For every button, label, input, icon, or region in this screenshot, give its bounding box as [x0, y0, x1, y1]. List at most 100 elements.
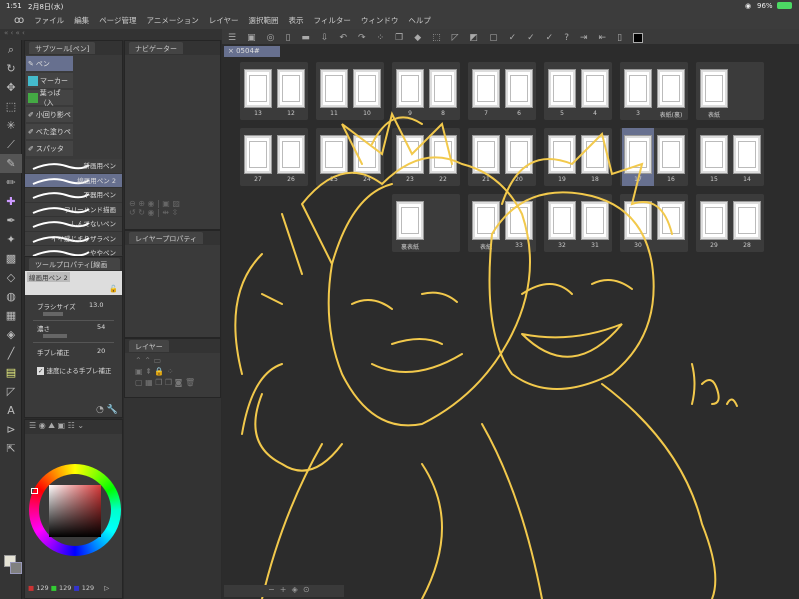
wifi-icon: ◉ — [745, 2, 752, 10]
menu-filter[interactable]: フィルター — [314, 15, 351, 26]
zoom-tool-icon[interactable]: ⌕ — [0, 40, 22, 59]
menu-selection[interactable]: 選択範囲 — [249, 15, 279, 26]
zoom-controls[interactable]: − + ◈ ⊙ — [224, 585, 344, 597]
brush-item[interactable]: 不器用ペン — [25, 188, 122, 203]
pencil-tool-icon[interactable]: ✏ — [0, 173, 22, 192]
hand-tool-icon[interactable]: ↻ — [0, 59, 22, 78]
menu-page[interactable]: ページ管理 — [99, 15, 136, 26]
subtool-group-marker[interactable]: マーカー — [26, 73, 73, 88]
open-icon[interactable]: ▬ — [301, 33, 310, 43]
leaf-icon — [28, 92, 38, 103]
subtool-group-shadow[interactable]: ✐ 小回り影ペ — [26, 107, 73, 122]
reset-icon[interactable]: ◔ — [96, 405, 104, 415]
eyedropper-icon[interactable]: ⟋ — [0, 135, 22, 154]
border-icon[interactable]: ▢ — [489, 33, 498, 43]
object-tool-icon[interactable]: ⇱ — [0, 439, 22, 458]
panel-collapse-bar[interactable]: « ‹ « ‹ — [0, 29, 222, 40]
brush-size-slider[interactable] — [43, 312, 63, 316]
transform-icon[interactable]: ⬚ — [432, 33, 441, 43]
subtool-group-fill[interactable]: ✐ べた塗りペ — [26, 124, 73, 139]
subtool-group-leaf[interactable]: 葉っぱ（入 — [26, 89, 73, 107]
menu-view[interactable]: 表示 — [289, 15, 304, 26]
check3-icon[interactable]: ✓ — [546, 33, 554, 43]
help-icon[interactable]: ? — [564, 33, 569, 43]
menu-window[interactable]: ウィンドウ — [361, 15, 399, 26]
sub-color-swatch[interactable] — [10, 562, 22, 574]
subtool-tab[interactable]: サブツール[ペン] — [29, 42, 96, 54]
menu-animation[interactable]: アニメーション — [147, 15, 199, 26]
gradient-icon[interactable]: ▦ — [0, 306, 22, 325]
brush-item[interactable]: フリーハンド描画 — [25, 202, 122, 217]
date: 2月8日(水) — [28, 3, 64, 11]
color-tabs[interactable]: ☰ ◉ ⛰ ▣ ☷ ⌄ — [25, 420, 122, 434]
speed-stabilization-checkbox[interactable]: ✓ 速度による手ブレ補正 — [25, 365, 122, 375]
subtool-group-spatter[interactable]: ✐ スパッタ — [26, 141, 73, 156]
balloon-tool-icon[interactable]: ⊳ — [0, 420, 22, 439]
import-icon[interactable]: ⇤ — [599, 33, 607, 43]
menu-layer[interactable]: レイヤー — [209, 15, 239, 26]
export-icon[interactable]: ⇥ — [580, 33, 588, 43]
layer-property-tab[interactable]: レイヤープロパティ — [129, 232, 203, 244]
ruler-tool-icon[interactable]: ◸ — [0, 382, 22, 401]
new-icon[interactable]: ▣ — [247, 33, 256, 43]
bucket-icon[interactable]: ◈ — [0, 325, 22, 344]
undo-icon[interactable]: ↶ — [339, 33, 347, 43]
frame-tool-icon[interactable]: ▤ — [0, 363, 22, 382]
hue-handle[interactable] — [31, 488, 38, 494]
decoration-icon[interactable]: ✦ — [0, 230, 22, 249]
copy-icon[interactable]: ❐ — [395, 33, 403, 43]
app-logo-icon[interactable]: ꝏ — [14, 15, 24, 26]
airbrush-icon[interactable]: ✚ — [0, 192, 22, 211]
menu-file[interactable]: ファイル — [34, 15, 64, 26]
line-tool-icon[interactable]: ╱ — [0, 344, 22, 363]
lock-icon[interactable]: 🔓 — [109, 285, 118, 293]
color-swatch[interactable] — [633, 32, 644, 43]
brush-tool-icon[interactable]: ✒ — [0, 211, 22, 230]
layer-tab[interactable]: レイヤー — [129, 340, 169, 352]
redo-icon[interactable]: ↷ — [358, 33, 366, 43]
density-slider[interactable] — [43, 334, 67, 338]
navigator-controls[interactable]: ⊖ ⊕ ◉ | ▣ ▨ ↺ ↻ ◉ | ⇹ ⇳ — [129, 199, 180, 217]
tone-icon[interactable]: ◩ — [470, 33, 479, 43]
stabilization-value[interactable]: 20 — [97, 347, 105, 355]
canvas-area[interactable]: × 0504# 13 12 11 10 9 8 7 6 5 4 3 表紙(裏) 表紙 27 26 25 24 23… — [222, 44, 799, 599]
menu-help[interactable]: ヘルプ — [408, 15, 431, 26]
color-mode-icon[interactable]: ▷ — [104, 584, 109, 592]
brush-size-row[interactable]: ブラシサイズ 13.0 — [33, 299, 114, 321]
wrench-icon[interactable]: 🔧 — [107, 405, 118, 415]
layer-controls[interactable]: ⌃ ⌃ ▭ ▣ ⇞ 🔒 ⁘ ▢ ▦ ❐ ❐ ◙ 🗑 — [125, 353, 220, 390]
brush-item[interactable]: 線画用ペン 2 — [25, 173, 122, 188]
density-row[interactable]: 濃さ 54 — [33, 321, 114, 343]
check2-icon[interactable]: ✓ — [527, 33, 535, 43]
saturation-value-square[interactable] — [49, 485, 101, 537]
menu-edit[interactable]: 編集 — [74, 15, 89, 26]
select-tool-icon[interactable]: ⬚ — [0, 97, 22, 116]
menu-icon[interactable]: ☰ — [228, 33, 236, 43]
sketch-stroke — [241, 363, 343, 472]
device-icon[interactable]: ▯ — [617, 33, 622, 43]
brush-item[interactable]: しんでないペン — [25, 217, 122, 232]
fill-tool-icon[interactable]: ◍ — [0, 287, 22, 306]
text-tool-icon[interactable]: A — [0, 401, 22, 420]
brush-size-value[interactable]: 13.0 — [89, 301, 103, 309]
canvas-icon[interactable]: ◎ — [267, 33, 275, 43]
check-icon[interactable]: ✓ — [509, 33, 517, 43]
stabilization-row[interactable]: 手ブレ補正 20 — [33, 343, 114, 365]
tool-property-tab[interactable]: ツールプロパティ[線画用] — [29, 258, 120, 279]
subtool-group-pen[interactable]: ✎ ペン — [26, 56, 73, 71]
save-icon[interactable]: ⇩ — [321, 33, 329, 43]
navigator-panel: ナビゲーター ⊖ ⊕ ◉ | ▣ ▨ ↺ ↻ ◉ | ⇹ ⇳ — [124, 40, 221, 230]
fill-icon[interactable]: ◆ — [414, 33, 421, 43]
brush-item[interactable]: イイ感じまりザラペン — [25, 231, 122, 246]
brush-item[interactable]: 新画用ペン — [25, 159, 122, 174]
ruler-icon[interactable]: ◸ — [452, 33, 459, 43]
clear-selection-icon[interactable]: ⁘ — [377, 33, 385, 43]
move-tool-icon[interactable]: ✥ — [0, 78, 22, 97]
density-value[interactable]: 54 — [97, 323, 105, 331]
magic-wand-icon[interactable]: ✳ — [0, 116, 22, 135]
pen-tool-icon[interactable]: ✎ — [0, 154, 22, 173]
new-page-icon[interactable]: ▯ — [285, 33, 290, 43]
blend-icon[interactable]: ▩ — [0, 249, 22, 268]
navigator-tab[interactable]: ナビゲーター — [129, 42, 183, 54]
eraser-icon[interactable]: ◇ — [0, 268, 22, 287]
